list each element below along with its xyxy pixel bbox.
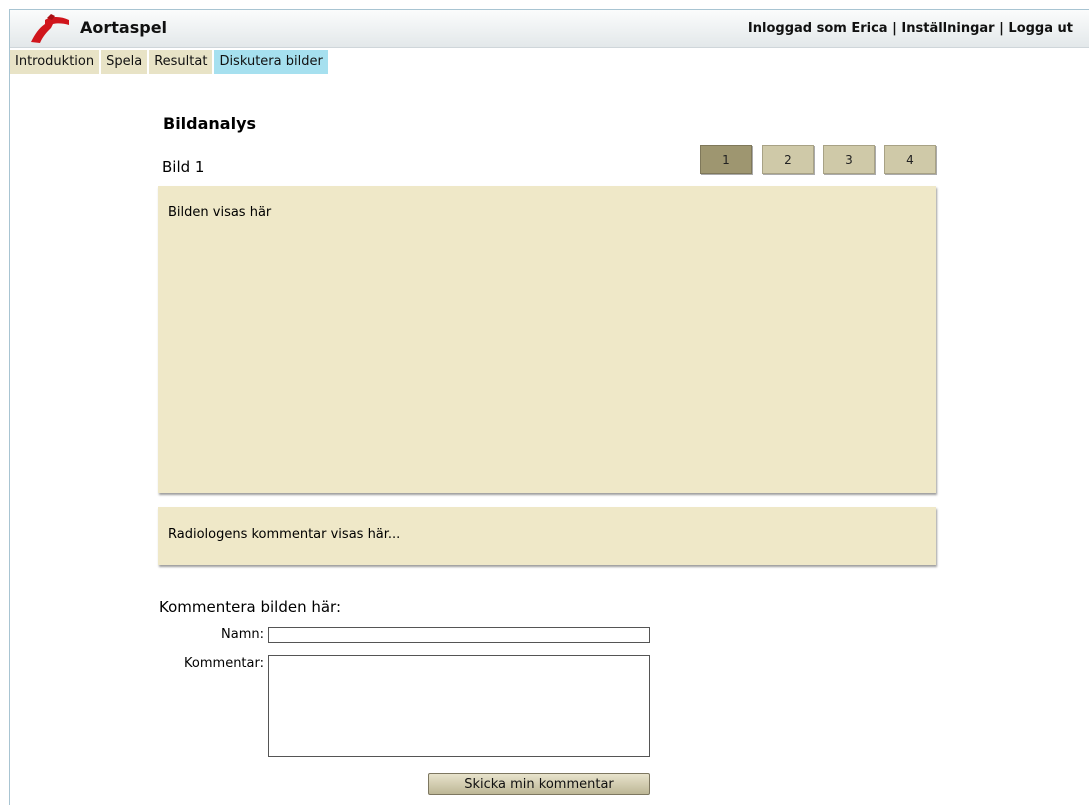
name-field[interactable] — [268, 627, 650, 643]
image-page-2-button[interactable]: 2 — [762, 145, 814, 174]
main-tabs: Introduktion Spela Resultat Diskutera bi… — [10, 50, 328, 74]
tab-spela[interactable]: Spela — [101, 50, 148, 74]
image-page-4-button[interactable]: 4 — [884, 145, 936, 174]
comment-form-heading: Kommentera bilden här: — [159, 598, 341, 616]
tab-diskutera-bilder[interactable]: Diskutera bilder — [214, 50, 328, 74]
comment-field[interactable] — [268, 655, 650, 757]
submit-comment-button[interactable]: Skicka min kommentar — [428, 773, 650, 795]
tab-resultat[interactable]: Resultat — [149, 50, 213, 74]
image-label: Bild 1 — [162, 158, 205, 176]
user-nav: Inloggad som Erica | Inställningar | Log… — [748, 21, 1073, 36]
image-page-3-button[interactable]: 3 — [823, 145, 875, 174]
image-page-1-button[interactable]: 1 — [700, 145, 752, 174]
comment-label: Kommentar: — [184, 656, 264, 671]
app-title: Aortaspel — [80, 18, 168, 37]
radiologist-comment-panel: Radiologens kommentar visas här... — [158, 507, 936, 565]
nav-separator: | — [994, 21, 1009, 36]
image-placeholder: Bilden visas här — [168, 205, 272, 220]
image-panel: Bilden visas här — [158, 186, 936, 493]
page-title: Bildanalys — [163, 114, 257, 133]
settings-link[interactable]: Inställningar — [901, 21, 994, 36]
logout-link[interactable]: Logga ut — [1008, 21, 1073, 36]
name-label: Namn: — [221, 627, 264, 642]
radiologist-comment: Radiologens kommentar visas här... — [168, 527, 401, 542]
aorta-logo-icon — [31, 14, 69, 43]
nav-separator: | — [887, 21, 902, 36]
app-header: Aortaspel Inloggad som Erica | Inställni… — [10, 10, 1089, 48]
tab-introduktion[interactable]: Introduktion — [10, 50, 100, 74]
logged-in-user: Inloggad som Erica — [747, 21, 888, 36]
